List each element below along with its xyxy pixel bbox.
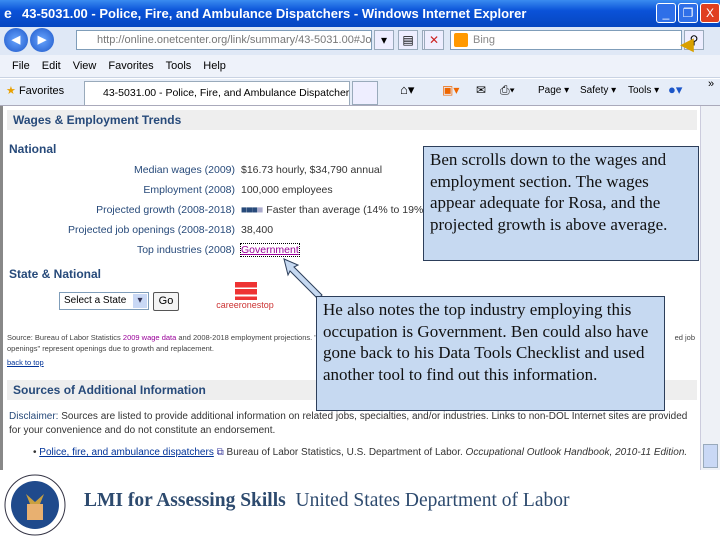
source-text: ed job <box>674 333 695 342</box>
forward-button[interactable]: ▶ <box>30 28 54 52</box>
footer: LMI for Assessing Skills United States D… <box>0 470 720 540</box>
chevron-more-icon[interactable]: » <box>708 78 714 90</box>
address-dropdown[interactable]: ▾ <box>374 30 394 50</box>
back-to-top-link[interactable]: back to top <box>7 358 44 367</box>
star-icon: ★ <box>6 85 16 97</box>
external-link-icon: ⧉ <box>216 447 224 458</box>
rss-icon[interactable]: ▣▾ <box>442 83 459 97</box>
careeronestop-text: careeronestop <box>216 300 274 310</box>
close-button[interactable]: X <box>700 3 720 23</box>
new-tab-button[interactable] <box>352 81 378 105</box>
source-text: and 2008-2018 employment projections <box>176 333 311 342</box>
row-label: Top industries (2008) <box>136 244 235 256</box>
menu-tools[interactable]: Tools <box>166 60 192 72</box>
tools-menu[interactable]: Tools ▾ <box>628 85 659 96</box>
compatibility-icon[interactable]: ▤ <box>398 30 418 50</box>
row-label: Employment (2008) <box>143 184 235 196</box>
growth-bars: ■■■ <box>241 204 258 216</box>
go-button[interactable]: Go <box>153 292 179 311</box>
row-value: Faster than average (14% to 19%) <box>266 204 427 216</box>
menu-help[interactable]: Help <box>203 60 226 72</box>
menu-bar: File Edit View Favorites Tools Help <box>0 55 720 78</box>
wage-data-link[interactable]: 2009 wage data <box>123 333 176 342</box>
address-input[interactable]: http://online.onetcenter.org/link/summar… <box>76 30 372 50</box>
national-heading: National <box>9 142 57 156</box>
safety-menu[interactable]: Safety ▾ <box>580 85 616 96</box>
window-title: 43-5031.00 - Police, Fire, and Ambulance… <box>22 6 527 21</box>
state-national-heading: State & National <box>9 267 102 281</box>
source-list-item: • Police, fire, and ambulance dispatcher… <box>33 447 688 458</box>
scrollbar[interactable] <box>700 106 720 470</box>
disclaimer: Disclaimer: Sources are listed to provid… <box>9 410 697 438</box>
favorites-label: Favorites <box>18 85 65 97</box>
dol-seal-logo <box>4 474 66 536</box>
row-value: 38,400 <box>241 224 274 236</box>
footer-text: LMI for Assessing Skills United States D… <box>84 490 569 512</box>
source-item-text: Bureau of Labor Statistics, U.S. Departm… <box>223 447 466 458</box>
menu-file[interactable]: File <box>12 60 30 72</box>
source-text: Source: Bureau of Labor Statistics <box>7 333 123 342</box>
favorites-button[interactable]: ★ Favorites <box>6 84 64 97</box>
search-input[interactable]: Bing <box>450 30 682 50</box>
source-text: openings" represent openings due to grow… <box>7 344 214 353</box>
ie-icon: e <box>4 5 12 21</box>
bing-icon <box>454 33 468 47</box>
row-label: Projected growth (2008-2018) <box>96 204 235 216</box>
menu-edit[interactable]: Edit <box>42 60 61 72</box>
footer-org: United States Department of Labor <box>295 490 570 511</box>
page-menu[interactable]: Page ▾ <box>538 85 569 96</box>
back-button[interactable]: ◀ <box>4 28 28 52</box>
menu-favorites[interactable]: Favorites <box>108 60 153 72</box>
chevron-down-icon: ▾ <box>133 294 147 308</box>
callout-wages: Ben scrolls down to the wages and employ… <box>423 146 699 261</box>
row-label: Median wages (2009) <box>134 164 235 176</box>
row-value: $16.73 hourly, $34,790 annual <box>241 164 383 176</box>
callout-industry: He also notes the top industry employing… <box>316 296 665 411</box>
arrow-shape <box>283 258 323 300</box>
restore-button[interactable]: ❐ <box>678 3 698 23</box>
home-icon[interactable]: ⌂▾ <box>400 82 414 98</box>
print-icon[interactable]: ⎙▾ <box>500 83 515 98</box>
section-wages-title: Wages & Employment Trends <box>7 110 697 130</box>
state-select-value: Select a State <box>64 295 127 306</box>
scrollbar-thumb[interactable] <box>703 444 718 468</box>
disclaimer-label: Disclaimer: <box>9 411 59 422</box>
browser-tab[interactable]: 43-5031.00 - Police, Fire, and Ambulance… <box>84 81 350 105</box>
window-title-bar: e 43-5031.00 - Police, Fire, and Ambulanc… <box>0 0 720 27</box>
stop-button[interactable]: ✕ <box>424 30 444 50</box>
careeronestop-logo[interactable]: careeronestop <box>215 282 275 322</box>
dispatchers-ooh-link[interactable]: Police, fire, and ambulance dispatchers <box>39 447 214 458</box>
footer-title: LMI for Assessing Skills <box>84 490 286 511</box>
minimize-button[interactable]: _ <box>656 3 676 23</box>
source-item-title: Occupational Outlook Handbook, 2010-11 E… <box>465 447 688 458</box>
disclaimer-text: Sources are listed to provide additional… <box>9 411 688 436</box>
row-label: Projected job openings (2008-2018) <box>68 224 235 236</box>
speaker-icon: ◀ <box>680 34 694 54</box>
row-value: 100,000 employees <box>241 184 333 196</box>
mail-icon[interactable]: ✉ <box>476 83 486 97</box>
growth-value: ■■■■ Faster than average (14% to 19%) <box>241 204 427 216</box>
menu-view[interactable]: View <box>73 60 97 72</box>
state-select[interactable]: Select a State ▾ <box>59 292 149 310</box>
help-icon[interactable]: ●▾ <box>668 82 682 98</box>
